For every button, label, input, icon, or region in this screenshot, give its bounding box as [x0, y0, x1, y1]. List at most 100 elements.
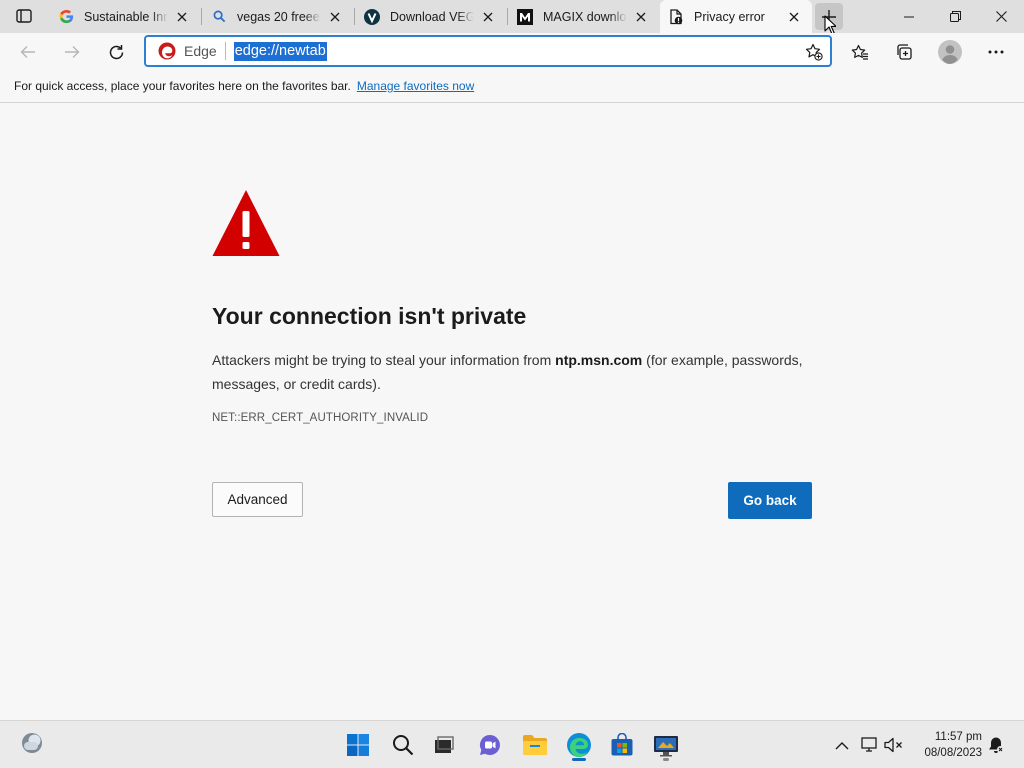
tab-vegas-trial[interactable]: vegas 20 freee trial	[203, 0, 353, 33]
tab-sustainable[interactable]: Sustainable Innovation	[50, 0, 200, 33]
error-code[interactable]: NET::ERR_CERT_AUTHORITY_INVALID	[212, 412, 428, 424]
search-icon	[393, 735, 414, 756]
clock-date: 08/08/2023	[924, 747, 982, 759]
tab-title: Sustainable Innovation	[84, 9, 168, 24]
manage-favorites-link[interactable]: Manage favorites now	[357, 79, 474, 93]
volume-muted-icon	[884, 737, 902, 753]
weather-widget-button[interactable]	[16, 727, 48, 759]
windows-logo-icon	[347, 734, 369, 756]
mouse-cursor-icon	[824, 15, 836, 35]
restore-button[interactable]	[932, 0, 978, 33]
chevron-up-icon	[835, 741, 849, 749]
favorites-button[interactable]	[844, 36, 876, 68]
notifications-button[interactable]	[986, 735, 1006, 755]
tab-strip: Sustainable Innovation vegas 20 freee tr…	[0, 0, 1024, 35]
warning-triangle-icon	[212, 190, 280, 256]
volume-tray-button[interactable]	[884, 735, 904, 755]
url-text[interactable]: edge://newtab	[233, 41, 327, 61]
tab-download-vegas[interactable]: Download VEGAS Pro	[356, 0, 506, 33]
store-bag-icon	[611, 733, 633, 756]
chat-button[interactable]	[474, 729, 506, 761]
error-description: Attackers might be trying to steal your …	[212, 348, 822, 396]
minimize-icon	[904, 16, 914, 17]
search-taskbar-button[interactable]	[387, 729, 419, 761]
tab-close-icon[interactable]	[325, 7, 345, 27]
show-hidden-icons-button[interactable]	[832, 735, 852, 755]
tab-magix-download[interactable]: MAGIX download	[509, 0, 659, 33]
edge-taskbar-button[interactable]	[563, 729, 595, 761]
store-button[interactable]	[606, 729, 638, 761]
collections-icon	[897, 44, 912, 60]
tab-separator	[507, 8, 508, 25]
favorites-bar-message: For quick access, place your favorites h…	[14, 79, 351, 93]
forward-arrow-icon	[65, 46, 80, 58]
forward-button[interactable]	[56, 36, 88, 68]
tab-close-icon[interactable]	[478, 7, 498, 27]
error-host: ntp.msn.com	[555, 352, 643, 368]
favorites-bar: For quick access, place your favorites h…	[0, 70, 1024, 103]
task-view-button[interactable]	[428, 729, 460, 761]
address-bar[interactable]: Edge edge://newtab	[144, 35, 832, 67]
display-tray-button[interactable]	[860, 735, 880, 755]
magix-m-icon	[517, 8, 533, 25]
running-indicator	[663, 758, 669, 761]
error-page: Your connection isn't private Attackers …	[0, 104, 1024, 720]
close-window-button[interactable]	[978, 0, 1024, 33]
tab-title: MAGIX download	[543, 9, 627, 24]
favorites-star-icon	[851, 44, 868, 60]
star-add-icon	[805, 43, 823, 61]
refresh-icon	[109, 44, 123, 59]
taskbar: 11:57 pm 08/08/2023	[0, 720, 1024, 768]
error-title: Your connection isn't private	[212, 303, 527, 329]
address-divider	[224, 42, 226, 60]
notification-bell-icon	[989, 737, 1004, 753]
task-view-icon	[435, 736, 454, 753]
avatar-icon	[938, 40, 962, 64]
restore-icon	[949, 11, 961, 22]
site-label: Edge	[184, 43, 217, 59]
tab-actions-icon	[16, 9, 32, 23]
edge-warning-icon	[158, 42, 176, 60]
media-app-button[interactable]	[650, 729, 682, 761]
tab-title: Download VEGAS Pro	[390, 9, 474, 24]
collections-button[interactable]	[888, 36, 920, 68]
clock-time: 11:57 pm	[934, 731, 982, 743]
back-arrow-icon	[20, 46, 35, 58]
edge-icon	[567, 733, 591, 757]
doc-warning-icon	[668, 8, 684, 25]
minimize-button[interactable]	[886, 0, 932, 33]
weather-icon	[22, 733, 42, 753]
close-icon	[995, 11, 1007, 22]
media-app-icon	[654, 736, 678, 757]
vegas-v-icon	[364, 8, 380, 25]
refresh-button[interactable]	[100, 36, 132, 68]
tab-close-icon[interactable]	[631, 7, 651, 27]
file-explorer-button[interactable]	[519, 729, 551, 761]
folder-icon	[523, 735, 547, 755]
display-icon	[861, 737, 877, 752]
error-desc-prefix: Attackers might be trying to steal your …	[212, 352, 556, 368]
profile-button[interactable]	[934, 36, 966, 68]
settings-more-button[interactable]	[980, 36, 1012, 68]
tab-privacy-error[interactable]: Privacy error	[660, 0, 812, 33]
running-indicator	[572, 758, 586, 761]
tab-separator	[201, 8, 202, 25]
search-icon	[211, 9, 227, 25]
tab-separator	[354, 8, 355, 25]
browser-toolbar: Edge edge://newtab	[0, 33, 1024, 70]
start-button[interactable]	[342, 729, 374, 761]
system-clock[interactable]: 11:57 pm 08/08/2023	[910, 729, 982, 761]
back-button[interactable]	[12, 36, 44, 68]
advanced-button[interactable]: Advanced	[212, 482, 303, 517]
tab-actions-button[interactable]	[8, 4, 40, 28]
google-g-icon	[58, 9, 74, 25]
tab-title: Privacy error	[694, 9, 765, 24]
go-back-button[interactable]: Go back	[728, 482, 812, 519]
tab-close-icon[interactable]	[172, 7, 192, 27]
tab-close-icon[interactable]	[784, 7, 804, 27]
teams-chat-icon	[479, 734, 500, 755]
site-info-button[interactable]: Edge	[146, 37, 217, 65]
more-dots-icon	[988, 50, 1004, 54]
tab-title: vegas 20 freee trial	[237, 9, 321, 24]
add-favorite-button[interactable]	[804, 42, 824, 62]
